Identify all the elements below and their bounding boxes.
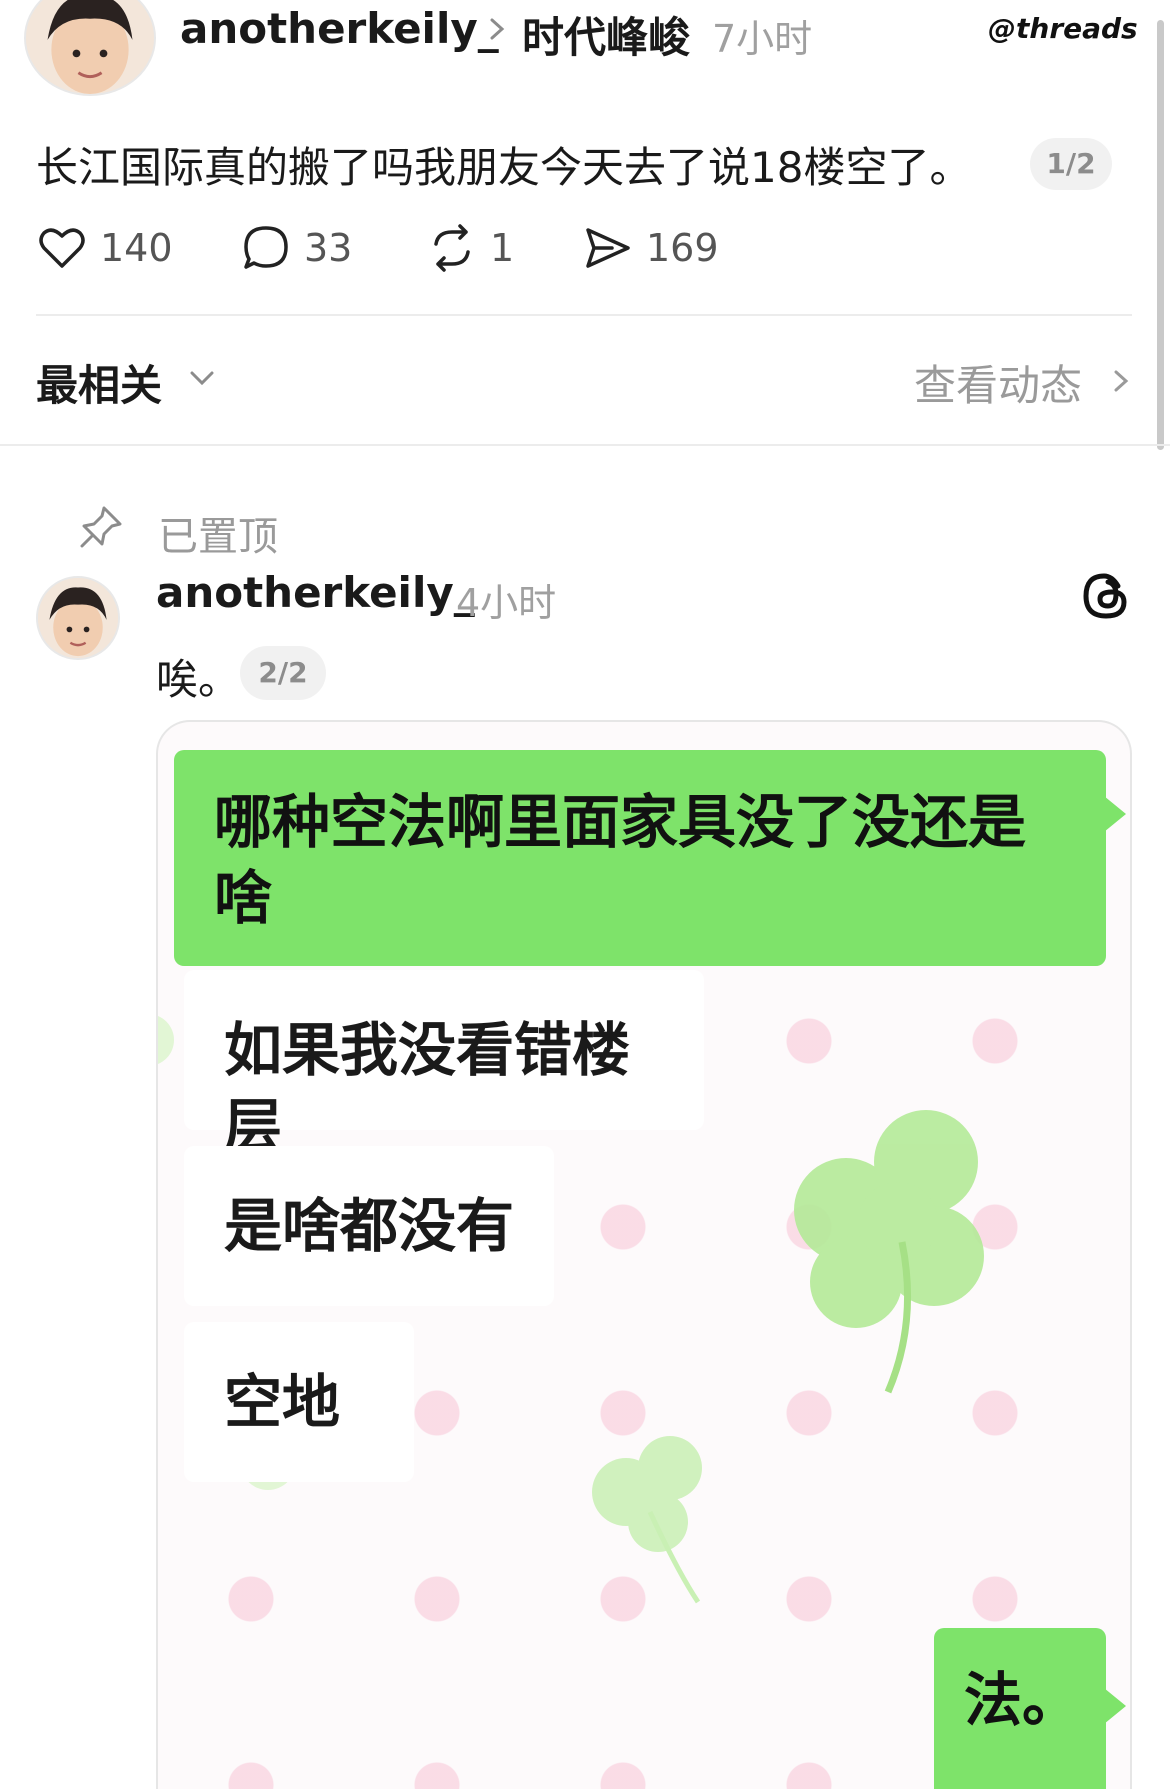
threads-brand-logo: @threads <box>988 12 1138 45</box>
reply-page-indicator: 2/2 <box>240 646 326 700</box>
reply-author-avatar[interactable] <box>36 576 120 660</box>
sort-dropdown-label[interactable]: 最相关 <box>36 352 162 413</box>
pinned-label: 已置顶 <box>158 514 278 560</box>
reply-icon <box>244 226 288 269</box>
chat-message-received: 是啥都没有 <box>184 1146 554 1306</box>
reply-time: 4小时 <box>456 581 557 625</box>
section-divider <box>0 444 1170 446</box>
chat-message-received: 如果我没看错楼层 <box>184 970 704 1160</box>
pin-icon <box>80 506 122 548</box>
threads-brand-label: threads <box>1016 12 1138 45</box>
scrollbar[interactable] <box>1157 20 1164 450</box>
reply-text: 唉。 <box>156 655 241 704</box>
heart-icon <box>39 228 85 268</box>
chevron-right-icon[interactable] <box>1110 364 1132 398</box>
repost-count: 1 <box>490 226 515 270</box>
share-count: 169 <box>646 226 719 270</box>
reply-button[interactable]: 33 <box>240 220 352 276</box>
post-username[interactable]: anotherkeily_ <box>180 4 499 53</box>
post-topic[interactable]: 时代峰峻 <box>522 4 690 65</box>
chat-message-text: 法。 <box>964 1666 1081 1734</box>
chevron-right-icon <box>490 18 505 40</box>
post-author-avatar[interactable] <box>24 0 156 96</box>
reply-username[interactable]: anotherkeily_ <box>156 568 475 617</box>
view-activity-link[interactable]: 查看动态 <box>914 352 1082 413</box>
chevron-down-icon[interactable] <box>186 362 218 394</box>
bubble-tail <box>1104 1688 1126 1724</box>
post-time: 7小时 <box>712 17 813 61</box>
reply-count: 33 <box>304 226 353 270</box>
chat-message-text: 哪种空法啊里面家具没了没还是啥 <box>214 788 1027 932</box>
chat-message-text: 是啥都没有 <box>224 1192 515 1260</box>
chat-message-sent: 法。 <box>934 1628 1126 1789</box>
share-icon <box>586 228 630 268</box>
divider <box>36 314 1132 316</box>
like-button[interactable]: 140 <box>36 220 173 276</box>
threads-logo-icon[interactable] <box>1078 568 1134 624</box>
chat-screenshot-image[interactable]: 哪种空法啊里面家具没了没还是啥 如果我没看错楼层 是啥都没有 空地 法。 <box>156 720 1132 1789</box>
share-button[interactable]: 169 <box>582 220 719 276</box>
repost-button[interactable]: 1 <box>426 220 514 276</box>
avatar-photo <box>38 578 118 658</box>
chat-message-text: 空地 <box>224 1368 341 1436</box>
post-text: 长江国际真的搬了吗我朋友今天去了说18楼空了。 <box>36 143 972 192</box>
chat-message-sent: 哪种空法啊里面家具没了没还是啥 <box>174 750 1126 966</box>
chat-message-received: 空地 <box>184 1322 414 1482</box>
avatar-photo <box>26 0 154 94</box>
bubble-tail <box>1104 796 1126 832</box>
post-page-indicator: 1/2 <box>1030 138 1112 190</box>
repost-icon <box>434 224 470 272</box>
like-count: 140 <box>100 226 173 270</box>
